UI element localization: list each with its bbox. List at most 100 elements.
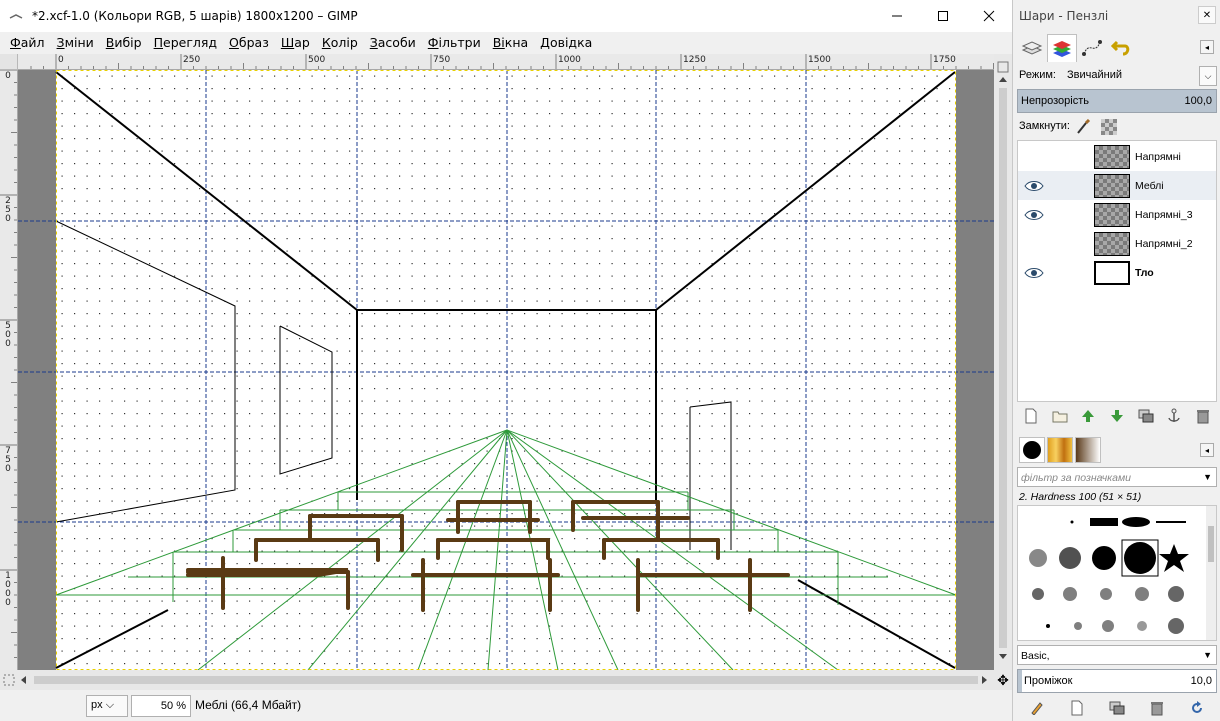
layer-thumbnail[interactable]	[1094, 145, 1130, 169]
new-layer-button[interactable]	[1023, 408, 1039, 424]
dock-close-button[interactable]: ✕	[1198, 6, 1216, 24]
duplicate-brush-button[interactable]	[1109, 700, 1125, 716]
menu-label-rest: міни	[64, 35, 94, 50]
minimize-button[interactable]	[874, 0, 920, 32]
visibility-eye-icon[interactable]	[1024, 208, 1044, 222]
window-title: *2.xcf-1.0 (Кольори RGB, 5 шарів) 1800x1…	[32, 9, 358, 23]
anchor-layer-button[interactable]	[1166, 408, 1182, 424]
image-canvas[interactable]	[18, 70, 994, 670]
tab-gradients[interactable]	[1075, 437, 1101, 463]
menu-label-rest: овідка	[549, 35, 593, 50]
lock-pixels-icon[interactable]	[1075, 119, 1091, 135]
layer-name[interactable]: Напрямні_2	[1135, 238, 1193, 250]
tab-channels[interactable]	[1047, 34, 1077, 62]
lock-row: Замкнути:	[1017, 118, 1217, 136]
lower-layer-button[interactable]	[1109, 408, 1125, 424]
menu-item-8[interactable]: Фільтри	[422, 32, 487, 54]
horizontal-ruler[interactable]: 0 250 500 750 1000 1250 1500 1750	[18, 54, 994, 70]
unit-select[interactable]: px ⌵	[86, 695, 128, 717]
brush-grid-scroll-thumb[interactable]	[1208, 526, 1214, 562]
menu-item-1[interactable]: Зміни	[51, 32, 100, 54]
ruler-corner-button[interactable]	[0, 54, 18, 70]
tab-brushes[interactable]	[1019, 437, 1045, 463]
layer-row[interactable]: Меблі	[1018, 171, 1216, 200]
vertical-ruler[interactable]: 0 2 5 0 5 0 0 7 5 0 1 0 0 0	[0, 70, 18, 670]
tab-layers[interactable]	[1017, 34, 1047, 62]
layer-thumbnail[interactable]	[1094, 203, 1130, 227]
gimp-app-icon	[9, 14, 23, 19]
visibility-eye-icon[interactable]	[1024, 179, 1044, 193]
opacity-slider[interactable]: Непрозорість 100,0	[1017, 89, 1217, 113]
layers-list[interactable]: Напрямні Меблі Напрямні_3 Напрямні_2 Тло	[1017, 140, 1217, 402]
visibility-eye-icon[interactable]	[1024, 237, 1044, 251]
brush-preset-select[interactable]: Basic, ▼	[1017, 645, 1217, 665]
ruler-top-label: 750	[433, 55, 451, 65]
layer-thumbnail[interactable]	[1094, 261, 1130, 285]
new-brush-button[interactable]	[1069, 700, 1085, 716]
vertical-scrollbar[interactable]	[994, 54, 1012, 670]
menu-item-7[interactable]: Засоби	[364, 32, 422, 54]
menu-label-rest: браз	[238, 35, 269, 50]
menu-item-10[interactable]: Довідка	[534, 32, 598, 54]
visibility-eye-icon[interactable]	[1024, 266, 1044, 280]
brush-thumbnails[interactable]	[1018, 506, 1208, 640]
delete-brush-button[interactable]	[1149, 700, 1165, 716]
opacity-label: Непрозорість	[1021, 95, 1089, 107]
horizontal-scrollbar-track[interactable]	[0, 670, 994, 690]
opacity-value: 100,0	[1184, 95, 1212, 107]
channels-icon	[1053, 40, 1071, 57]
dock-title: Шари - Пензлі	[1019, 9, 1109, 23]
visibility-eye-icon[interactable]	[1024, 150, 1044, 164]
tab-paths[interactable]	[1077, 34, 1107, 62]
layer-row[interactable]: Тло	[1018, 258, 1216, 287]
vertical-scrollbar-track[interactable]	[994, 54, 1012, 670]
layer-thumbnail[interactable]	[1094, 174, 1130, 198]
layer-name[interactable]: Напрямні_3	[1135, 209, 1193, 221]
brush-menu-button[interactable]: ◂	[1200, 443, 1214, 457]
mode-dropdown-button[interactable]: ⌵	[1199, 66, 1217, 86]
menu-item-4[interactable]: Образ	[223, 32, 275, 54]
brush-grid-scrollbar[interactable]	[1206, 506, 1216, 640]
new-layer-group-button[interactable]	[1052, 408, 1068, 424]
navigate-icon[interactable]: ✥	[994, 670, 1012, 690]
mode-select[interactable]: Звичайний	[1067, 69, 1122, 81]
layer-name[interactable]: Напрямні	[1135, 151, 1181, 163]
status-text: Меблі (66,4 Мбайт)	[195, 698, 302, 712]
layer-row[interactable]: Напрямні_2	[1018, 229, 1216, 258]
layer-thumbnail[interactable]	[1094, 232, 1130, 256]
close-button[interactable]	[966, 0, 1012, 32]
menu-item-0[interactable]: Файл	[4, 32, 51, 54]
raise-layer-button[interactable]	[1080, 408, 1096, 424]
tab-undo-history[interactable]	[1107, 34, 1137, 62]
layer-row[interactable]: Напрямні_3	[1018, 200, 1216, 229]
ruler-left-label: 0	[5, 71, 11, 81]
chevron-down-icon[interactable]: ▼	[1203, 472, 1212, 482]
ruler-top-label: 0	[58, 55, 64, 65]
edit-brush-button[interactable]	[1029, 700, 1045, 716]
tag-filter-input[interactable]: фільтр за позначками ▼	[1017, 467, 1217, 487]
layer-name[interactable]: Меблі	[1135, 180, 1164, 192]
menu-item-5[interactable]: Шар	[275, 32, 316, 54]
menu-label-rest: асоби	[377, 35, 416, 50]
menu-accelerator: Ф	[427, 35, 439, 50]
layer-name[interactable]: Тло	[1135, 267, 1154, 279]
menu-item-2[interactable]: Вибір	[100, 32, 148, 54]
paths-icon	[1082, 40, 1102, 56]
ruler-top-label: 500	[308, 55, 326, 65]
maximize-button[interactable]	[920, 0, 966, 32]
tab-patterns[interactable]	[1047, 437, 1073, 463]
refresh-brushes-button[interactable]	[1189, 700, 1205, 716]
menu-item-9[interactable]: Вікна	[487, 32, 534, 54]
layer-mode-row: Режим: Звичайний ⌵	[1017, 66, 1217, 86]
dock-menu-button[interactable]: ◂	[1200, 40, 1214, 54]
menu-item-6[interactable]: Колір	[316, 32, 364, 54]
spacing-slider[interactable]: Проміжок 10,0	[1017, 669, 1217, 693]
zoom-field[interactable]: 50 %	[131, 695, 191, 717]
layer-row[interactable]: Напрямні	[1018, 142, 1216, 171]
menu-item-3[interactable]: Перегляд	[148, 32, 223, 54]
duplicate-layer-button[interactable]	[1138, 408, 1154, 424]
lock-alpha-icon[interactable]	[1101, 119, 1117, 135]
horizontal-scrollbar[interactable]	[0, 670, 994, 690]
brush-grid[interactable]	[1017, 505, 1217, 641]
delete-layer-button[interactable]	[1195, 408, 1211, 424]
